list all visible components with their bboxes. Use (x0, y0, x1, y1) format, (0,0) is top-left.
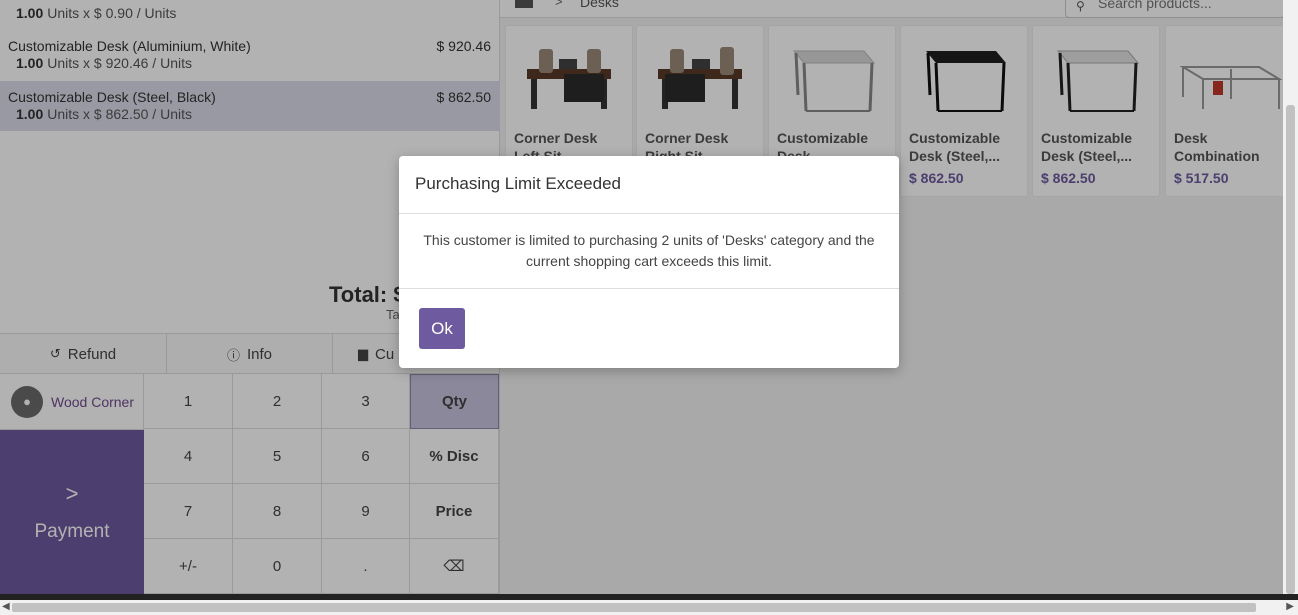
dialog-message: This customer is limited to purchasing 2… (399, 214, 899, 289)
dialog-title: Purchasing Limit Exceeded (399, 156, 899, 214)
horizontal-scrollbar[interactable]: ◀ ▶ (0, 600, 1298, 615)
vertical-scroll-thumb[interactable] (1286, 105, 1295, 594)
dialog-footer: Ok (399, 289, 899, 367)
scroll-left-icon[interactable]: ◀ (2, 601, 10, 612)
vertical-scrollbar[interactable] (1283, 0, 1298, 594)
purchasing-limit-dialog: Purchasing Limit Exceeded This customer … (399, 156, 899, 368)
horizontal-scroll-thumb[interactable] (12, 603, 1256, 612)
ok-button[interactable]: Ok (419, 308, 465, 349)
scroll-right-icon[interactable]: ▶ (1286, 601, 1294, 612)
